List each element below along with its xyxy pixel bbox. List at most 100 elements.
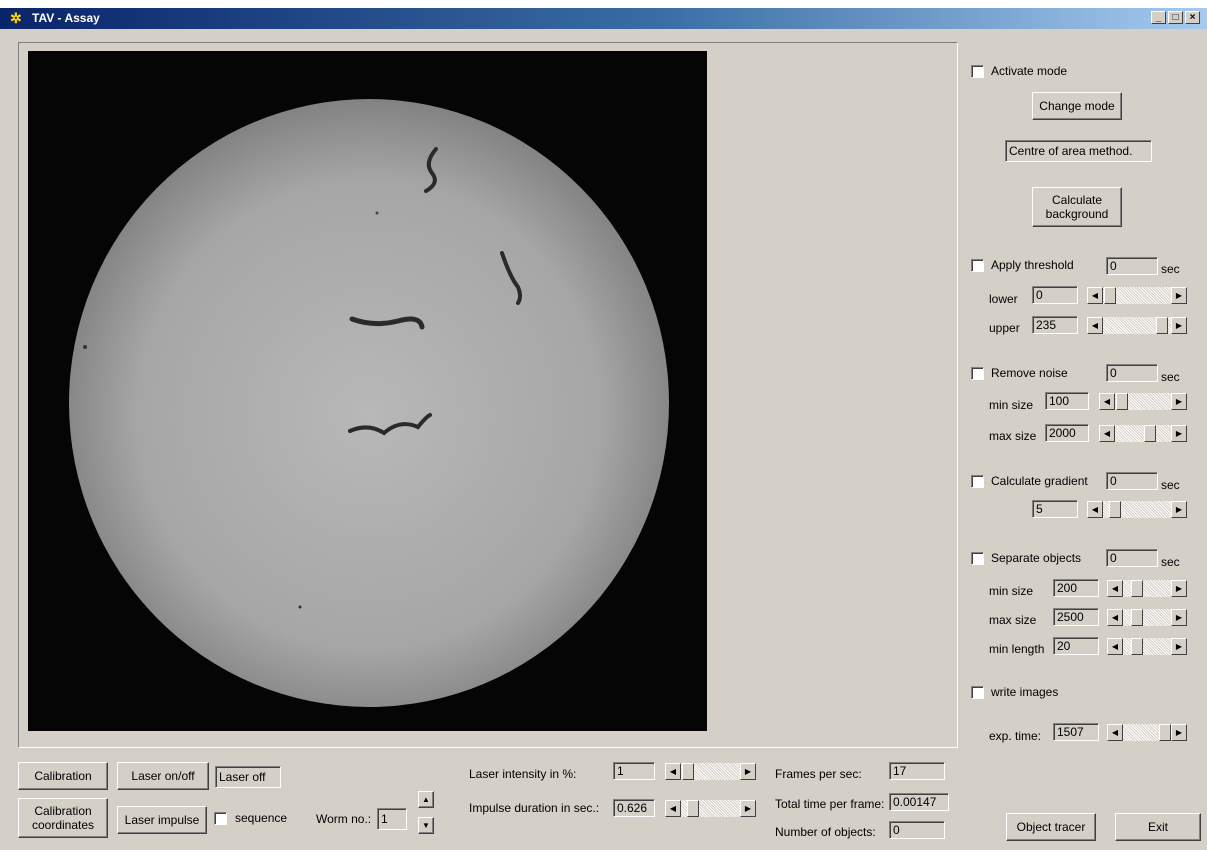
sec-label: sec (1161, 370, 1180, 384)
calc-bg-line2: background (1045, 207, 1109, 221)
sequence-checkbox[interactable] (214, 812, 227, 825)
scroll-right-icon[interactable]: ▶ (1171, 638, 1187, 655)
calib-coords-line2: coordinates (31, 818, 95, 832)
spin-down-icon[interactable]: ▼ (418, 817, 434, 834)
object-tracer-button[interactable]: Object tracer (1006, 813, 1096, 841)
remove-noise-label: Remove noise (991, 366, 1068, 380)
noise-min-size-field[interactable]: 100 (1045, 392, 1089, 410)
worm-no-label: Worm no.: (316, 812, 372, 826)
sep-max-scrollbar[interactable]: ◀ ▶ (1107, 609, 1187, 626)
sep-min-length-label: min length (989, 642, 1045, 656)
scroll-right-icon[interactable]: ▶ (1171, 393, 1187, 410)
calc-bg-line1: Calculate (1051, 193, 1103, 207)
change-mode-button[interactable]: Change mode (1032, 92, 1122, 120)
scroll-thumb[interactable] (1131, 638, 1143, 655)
lower-label: lower (989, 292, 1018, 306)
apply-threshold-checkbox[interactable] (971, 259, 984, 272)
impulse-duration-scrollbar[interactable]: ◀ ▶ (665, 800, 756, 817)
scroll-thumb[interactable] (1104, 287, 1116, 304)
scroll-thumb[interactable] (1159, 724, 1171, 741)
lower-scrollbar[interactable]: ◀ ▶ (1087, 287, 1187, 304)
sep-max-size-label: max size (989, 613, 1037, 627)
scroll-left-icon[interactable]: ◀ (1099, 425, 1115, 442)
write-images-checkbox[interactable] (971, 686, 984, 699)
num-objects-display: 0 (889, 821, 945, 839)
scroll-right-icon[interactable]: ▶ (1171, 317, 1187, 334)
noise-max-size-field[interactable]: 2000 (1045, 424, 1089, 442)
scroll-right-icon[interactable]: ▶ (740, 763, 756, 780)
noise-min-scrollbar[interactable]: ◀ ▶ (1099, 393, 1187, 410)
sep-min-length-field[interactable]: 20 (1053, 637, 1099, 655)
calculate-gradient-checkbox[interactable] (971, 475, 984, 488)
write-images-label: write images (991, 685, 1059, 699)
fps-label: Frames per sec: (775, 767, 862, 781)
calibration-coordinates-button[interactable]: Calibration coordinates (18, 798, 108, 838)
gradient-value-field[interactable]: 5 (1032, 500, 1078, 518)
remove-noise-checkbox[interactable] (971, 367, 984, 380)
separate-objects-checkbox[interactable] (971, 552, 984, 565)
window-title: TAV - Assay (32, 11, 100, 25)
scroll-thumb[interactable] (1109, 501, 1121, 518)
scroll-left-icon[interactable]: ◀ (1107, 638, 1123, 655)
scroll-left-icon[interactable]: ◀ (1087, 501, 1103, 518)
scroll-left-icon[interactable]: ◀ (665, 800, 681, 817)
calculate-background-button[interactable]: Calculate background (1032, 187, 1122, 227)
scroll-right-icon[interactable]: ▶ (1171, 580, 1187, 597)
calibration-button[interactable]: Calibration (18, 762, 108, 790)
lower-field[interactable]: 0 (1032, 286, 1078, 304)
scroll-thumb[interactable] (1156, 317, 1168, 334)
upper-field[interactable]: 235 (1032, 316, 1078, 334)
sep-length-scrollbar[interactable]: ◀ ▶ (1107, 638, 1187, 655)
close-button[interactable]: × (1185, 11, 1200, 24)
total-time-display: 0.00147 (889, 793, 949, 811)
worm-no-field[interactable]: 1 (377, 808, 407, 830)
exp-time-field[interactable]: 1507 (1053, 723, 1099, 741)
top-strip (0, 0, 1207, 8)
exp-time-label: exp. time: (989, 729, 1042, 743)
noise-max-size-label: max size (989, 429, 1037, 443)
spin-up-icon[interactable]: ▲ (418, 791, 434, 808)
laser-onoff-button[interactable]: Laser on/off (117, 762, 209, 790)
gradient-sec-field[interactable]: 0 (1106, 472, 1158, 490)
scroll-left-icon[interactable]: ◀ (1107, 580, 1123, 597)
camera-view[interactable] (28, 51, 707, 731)
laser-impulse-button[interactable]: Laser impulse (117, 806, 207, 834)
scroll-thumb[interactable] (1144, 425, 1156, 442)
sep-max-size-field[interactable]: 2500 (1053, 608, 1099, 626)
laser-intensity-scrollbar[interactable]: ◀ ▶ (665, 763, 756, 780)
scroll-right-icon[interactable]: ▶ (1171, 724, 1187, 741)
gradient-scrollbar[interactable]: ◀ ▶ (1087, 501, 1187, 518)
scroll-left-icon[interactable]: ◀ (665, 763, 681, 780)
maximize-button[interactable]: □ (1168, 11, 1183, 24)
scroll-left-icon[interactable]: ◀ (1099, 393, 1115, 410)
scroll-thumb[interactable] (1131, 580, 1143, 597)
impulse-duration-field[interactable]: 0.626 (613, 799, 655, 817)
scroll-right-icon[interactable]: ▶ (1171, 425, 1187, 442)
noise-sec-field[interactable]: 0 (1106, 364, 1158, 382)
exit-button[interactable]: Exit (1115, 813, 1201, 841)
speck (83, 345, 87, 349)
laser-intensity-field[interactable]: 1 (613, 762, 655, 780)
sep-min-scrollbar[interactable]: ◀ ▶ (1107, 580, 1187, 597)
exp-time-scrollbar[interactable]: ◀ ▶ (1107, 724, 1187, 741)
separate-sec-field[interactable]: 0 (1106, 549, 1158, 567)
scroll-right-icon[interactable]: ▶ (740, 800, 756, 817)
threshold-sec-field[interactable]: 0 (1106, 257, 1158, 275)
scroll-left-icon[interactable]: ◀ (1087, 317, 1103, 334)
scroll-thumb[interactable] (1116, 393, 1128, 410)
scroll-right-icon[interactable]: ▶ (1171, 609, 1187, 626)
upper-scrollbar[interactable]: ◀ ▶ (1087, 317, 1187, 334)
minimize-button[interactable]: _ (1151, 11, 1166, 24)
scroll-left-icon[interactable]: ◀ (1087, 287, 1103, 304)
scroll-thumb[interactable] (1131, 609, 1143, 626)
speck (298, 605, 302, 609)
scroll-thumb[interactable] (687, 800, 699, 817)
scroll-thumb[interactable] (682, 763, 694, 780)
scroll-right-icon[interactable]: ▶ (1171, 287, 1187, 304)
scroll-left-icon[interactable]: ◀ (1107, 724, 1123, 741)
activate-mode-checkbox[interactable] (971, 65, 984, 78)
noise-max-scrollbar[interactable]: ◀ ▶ (1099, 425, 1187, 442)
scroll-right-icon[interactable]: ▶ (1171, 501, 1187, 518)
scroll-left-icon[interactable]: ◀ (1107, 609, 1123, 626)
sep-min-size-field[interactable]: 200 (1053, 579, 1099, 597)
